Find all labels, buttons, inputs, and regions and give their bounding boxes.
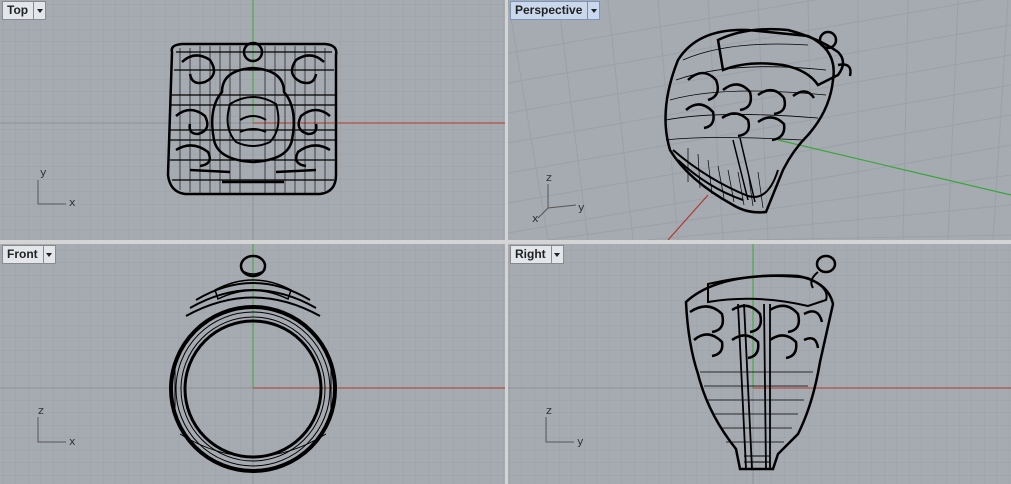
- viewport-menu-dropdown-icon[interactable]: [550, 246, 563, 263]
- gizmo-label-y: y: [577, 435, 584, 448]
- viewport-title-front: Front: [7, 247, 38, 261]
- gizmo-label-z: z: [546, 171, 552, 184]
- viewport-title-right: Right: [515, 247, 546, 261]
- viewport-tab-perspective[interactable]: Perspective: [510, 1, 601, 20]
- viewport-right[interactable]: Right z y: [508, 244, 1011, 484]
- viewport-title-perspective: Perspective: [515, 3, 583, 17]
- right-view-canvas: z y: [508, 244, 1011, 484]
- gizmo-label-x: x: [69, 435, 76, 448]
- top-view-canvas: y x: [0, 0, 505, 240]
- viewport-tab-right[interactable]: Right: [510, 245, 564, 264]
- front-view-canvas: z x: [0, 244, 505, 484]
- ring-wireframe-perspective: [664, 27, 852, 214]
- gizmo-label-z: z: [546, 404, 552, 417]
- viewport-menu-dropdown-icon[interactable]: [33, 2, 45, 19]
- gizmo-label-x: x: [532, 212, 539, 225]
- gizmo-label-y: y: [578, 201, 585, 214]
- viewport-top[interactable]: Top y x: [0, 0, 505, 240]
- gizmo-label-z: z: [38, 404, 44, 417]
- viewport-menu-dropdown-icon[interactable]: [587, 2, 599, 19]
- viewport-tab-front[interactable]: Front: [2, 245, 56, 264]
- viewport-tab-top[interactable]: Top: [2, 1, 47, 20]
- y-axis-line: [777, 139, 1011, 196]
- gizmo-label-x: x: [69, 196, 76, 209]
- axis-gizmo-perspective: [537, 184, 577, 219]
- viewport-perspective[interactable]: Perspective z y x: [508, 0, 1011, 240]
- perspective-view-canvas: z y x: [508, 0, 1011, 240]
- gizmo-label-y: y: [40, 166, 47, 179]
- viewport-title-top: Top: [7, 3, 29, 17]
- viewport-menu-dropdown-icon[interactable]: [42, 246, 55, 263]
- viewport-front[interactable]: Front z x: [0, 244, 505, 484]
